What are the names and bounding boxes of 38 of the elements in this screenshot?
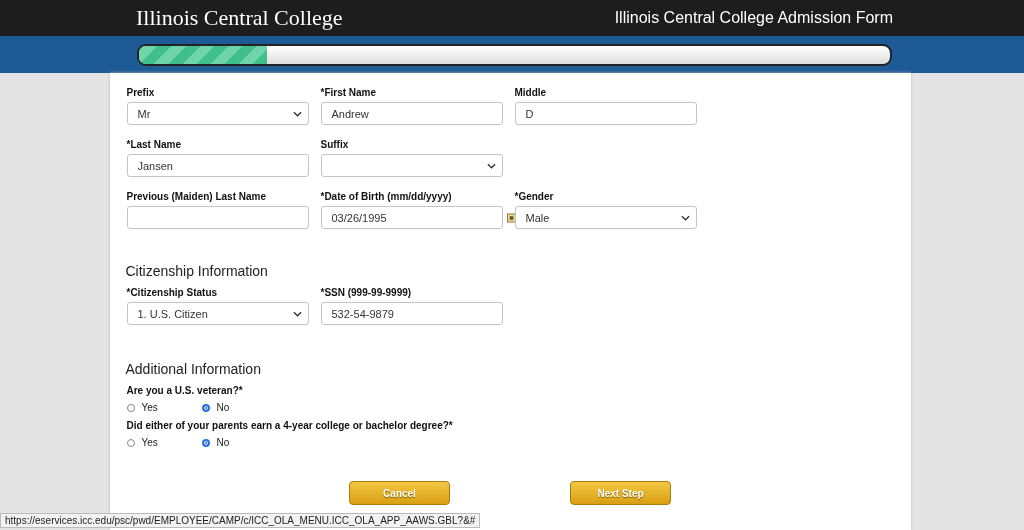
status-url: https://eservices.icc.edu/psc/pwd/EMPLOYEE/CAMP/c/ICC_OLA_MENU.ICC_OLA_APP_AAWS.GBL?&# (0, 513, 481, 528)
chevron-icon (486, 162, 496, 169)
section-heading: Additional Information (125, 361, 262, 377)
input-field[interactable] (126, 206, 309, 229)
field-label: *Date of Birth (mm/dd/yyyy) (320, 191, 453, 202)
field-label: Prefix (126, 87, 156, 98)
input-field[interactable]: 532-54-9879 (320, 302, 503, 325)
college-logo: Illinois Central College (136, 5, 343, 31)
select-field[interactable]: Mr (126, 102, 309, 125)
field-label: *Last Name (126, 139, 182, 150)
field-label: Middle (514, 87, 548, 98)
input-field[interactable]: Andrew (320, 102, 503, 125)
chevron-icon (680, 214, 690, 221)
calendar-icon[interactable] (506, 212, 516, 223)
radio-button[interactable] (201, 438, 210, 447)
select-field[interactable]: Male (514, 206, 697, 229)
date-field[interactable]: 03/26/1995 (320, 206, 503, 229)
field-label: *Citizenship Status (126, 287, 219, 298)
input-field[interactable]: Jansen (126, 154, 309, 177)
field-label: Previous (Maiden) Last Name (126, 191, 267, 202)
option-label: Yes (141, 437, 158, 448)
option-label: No (216, 402, 230, 413)
option-label: Yes (141, 402, 158, 413)
select-field[interactable]: 1. U.S. Citizen (126, 302, 309, 325)
select-field[interactable] (320, 154, 503, 177)
section-heading: Citizenship Information (125, 263, 269, 279)
field-label: *Gender (514, 191, 555, 202)
field-label: Suffix (320, 139, 350, 150)
radio-button[interactable] (201, 403, 210, 412)
question-label: Did either of your parents earn a 4-year college or bachelor degree?* (126, 420, 454, 431)
option-label: No (216, 437, 230, 448)
question-label: Are you a U.S. veteran?* (126, 385, 244, 396)
input-field[interactable]: D (514, 102, 697, 125)
chevron-icon (292, 110, 302, 117)
field-label: *First Name (320, 87, 378, 98)
field-label: *SSN (999-99-9999) (320, 287, 413, 298)
form-title: Illinois Central College Admission Form (614, 9, 893, 27)
chevron-icon (292, 310, 302, 317)
